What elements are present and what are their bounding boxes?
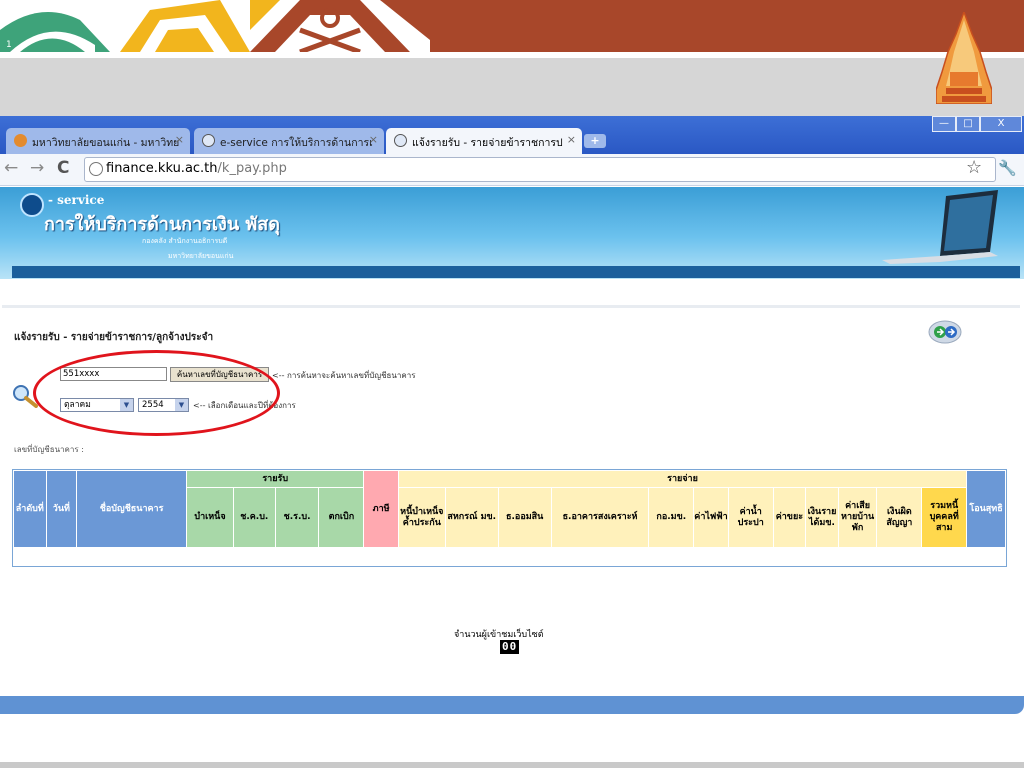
kku-emblem-icon (936, 12, 992, 104)
url-path: /k_pay.php (217, 161, 287, 176)
search-hint: <-- การค้นหาจะค้นหาเลขที่บัญชีธนาคาร (272, 371, 416, 380)
col-header-expense: ค่าขยะ (772, 487, 807, 548)
back-icon[interactable]: ← (4, 158, 18, 178)
new-tab-button[interactable]: + (584, 134, 606, 148)
flame-icon (14, 134, 27, 147)
slide-number: 1 (6, 40, 12, 50)
footer-bar (0, 696, 1024, 714)
tab-kku-home[interactable]: มหาวิทยาลัยขอนแก่น - มหาวิทย × (6, 128, 190, 154)
col-header-income: ช.ค.บ. (232, 487, 276, 548)
maximize-button[interactable]: □ (956, 116, 980, 132)
expense-group-header: รายจ่าย (397, 470, 968, 488)
col-header-expense: ค่าเสียหายบ้านพัก (837, 487, 878, 548)
tab-label: มหาวิทยาลัยขอนแก่น - มหาวิทย (32, 137, 180, 149)
eservice-logo-icon (20, 193, 44, 217)
tab-eservice[interactable]: e-service การให้บริการด้านการเ × (194, 128, 384, 154)
url-host: finance.kku.ac.th (106, 161, 218, 176)
col-header-expense: ค่าไฟฟ้า (693, 487, 729, 548)
forward-circle-icon[interactable] (928, 320, 962, 344)
tab-k-pay[interactable]: แจ้งรายรับ - รายจ่ายข้าราชการป × (386, 128, 582, 154)
income-expense-table: ลำดับที่ วันที่ ชื่อบัญชีธนาคาร รายรับ ภ… (12, 469, 1007, 567)
col-header-expense: เงินรายได้มข. (805, 487, 839, 548)
close-icon[interactable]: × (567, 133, 576, 146)
reload-icon[interactable]: C (57, 158, 69, 178)
visitor-counter: 00 (500, 640, 520, 654)
tab-label: e-service การให้บริการด้านการเ (220, 137, 373, 149)
page-heading: แจ้งรายรับ - รายจ่ายข้าราชการ/ลูกจ้างประ… (14, 332, 214, 343)
col-header-income: ตกเบิก (318, 487, 365, 548)
globe-icon (89, 162, 103, 176)
wrench-icon[interactable]: 🔧 (998, 159, 1017, 177)
header-divider (12, 266, 1020, 278)
laptop-icon (882, 190, 998, 264)
globe-icon (202, 134, 215, 147)
close-icon[interactable]: × (369, 133, 378, 146)
bottom-strip (0, 762, 1024, 768)
globe-icon (394, 134, 407, 147)
col-header-tax: ภาษี (363, 470, 399, 548)
slide-gray-band (0, 58, 1024, 116)
col-header-no: ลำดับที่ (13, 470, 47, 548)
close-window-button[interactable]: X (980, 116, 1022, 132)
col-header-expense: เงินผิดสัญญา (876, 487, 923, 548)
bookmark-star-icon[interactable]: ☆ (966, 157, 982, 178)
tab-label: แจ้งรายรับ - รายจ่ายข้าราชการป (412, 137, 563, 149)
close-icon[interactable]: × (175, 133, 184, 146)
col-header-expense: ธ.ออมสิน (497, 487, 552, 548)
slide-banner (0, 0, 1024, 52)
highlight-annotation (33, 350, 280, 436)
col-header-expense: หนี้บำเหน็จค้ำประกัน (397, 487, 446, 548)
col-header-third-party-total: รวมหนี้บุคคลที่สาม (921, 487, 968, 548)
site-subtitle-university: มหาวิทยาลัยขอนแก่น (168, 252, 234, 260)
col-header-income: ช.ร.บ. (274, 487, 320, 548)
col-header-date: วันที่ (45, 470, 78, 548)
url-text[interactable]: finance.kku.ac.th/k_pay.php (106, 161, 287, 176)
col-header-account-name: ชื่อบัญชีธนาคาร (76, 470, 188, 548)
col-header-expense: ค่าน้ำประปา (727, 487, 774, 548)
forward-icon[interactable]: → (30, 158, 44, 178)
site-title: การให้บริการด้านการเงิน พัสดุ (44, 214, 280, 235)
col-header-expense: ธ.อาคารสงเคราะห์ (550, 487, 650, 548)
col-header-income: บำเหน็จ (186, 487, 234, 548)
site-subtitle-department: กองคลัง สำนักงานอธิการบดี (142, 237, 228, 245)
col-header-expense: สหกรณ์ มข. (444, 487, 499, 548)
service-word: - service (48, 193, 105, 207)
browser-titlebar: มหาวิทยาลัยขอนแก่น - มหาวิทย × e-service… (0, 116, 1024, 154)
income-group-header: รายรับ (186, 470, 365, 488)
visitor-label: จำนวนผู้เข้าชมเว็บไซต์ (454, 630, 544, 640)
account-label: เลขที่บัญชีธนาคาร : (14, 445, 84, 454)
col-header-net-transfer: โอนสุทธิ (966, 470, 1006, 548)
col-header-expense: กอ.มข. (648, 487, 695, 548)
minimize-button[interactable]: — (932, 116, 956, 132)
decorative-pattern (0, 0, 430, 52)
